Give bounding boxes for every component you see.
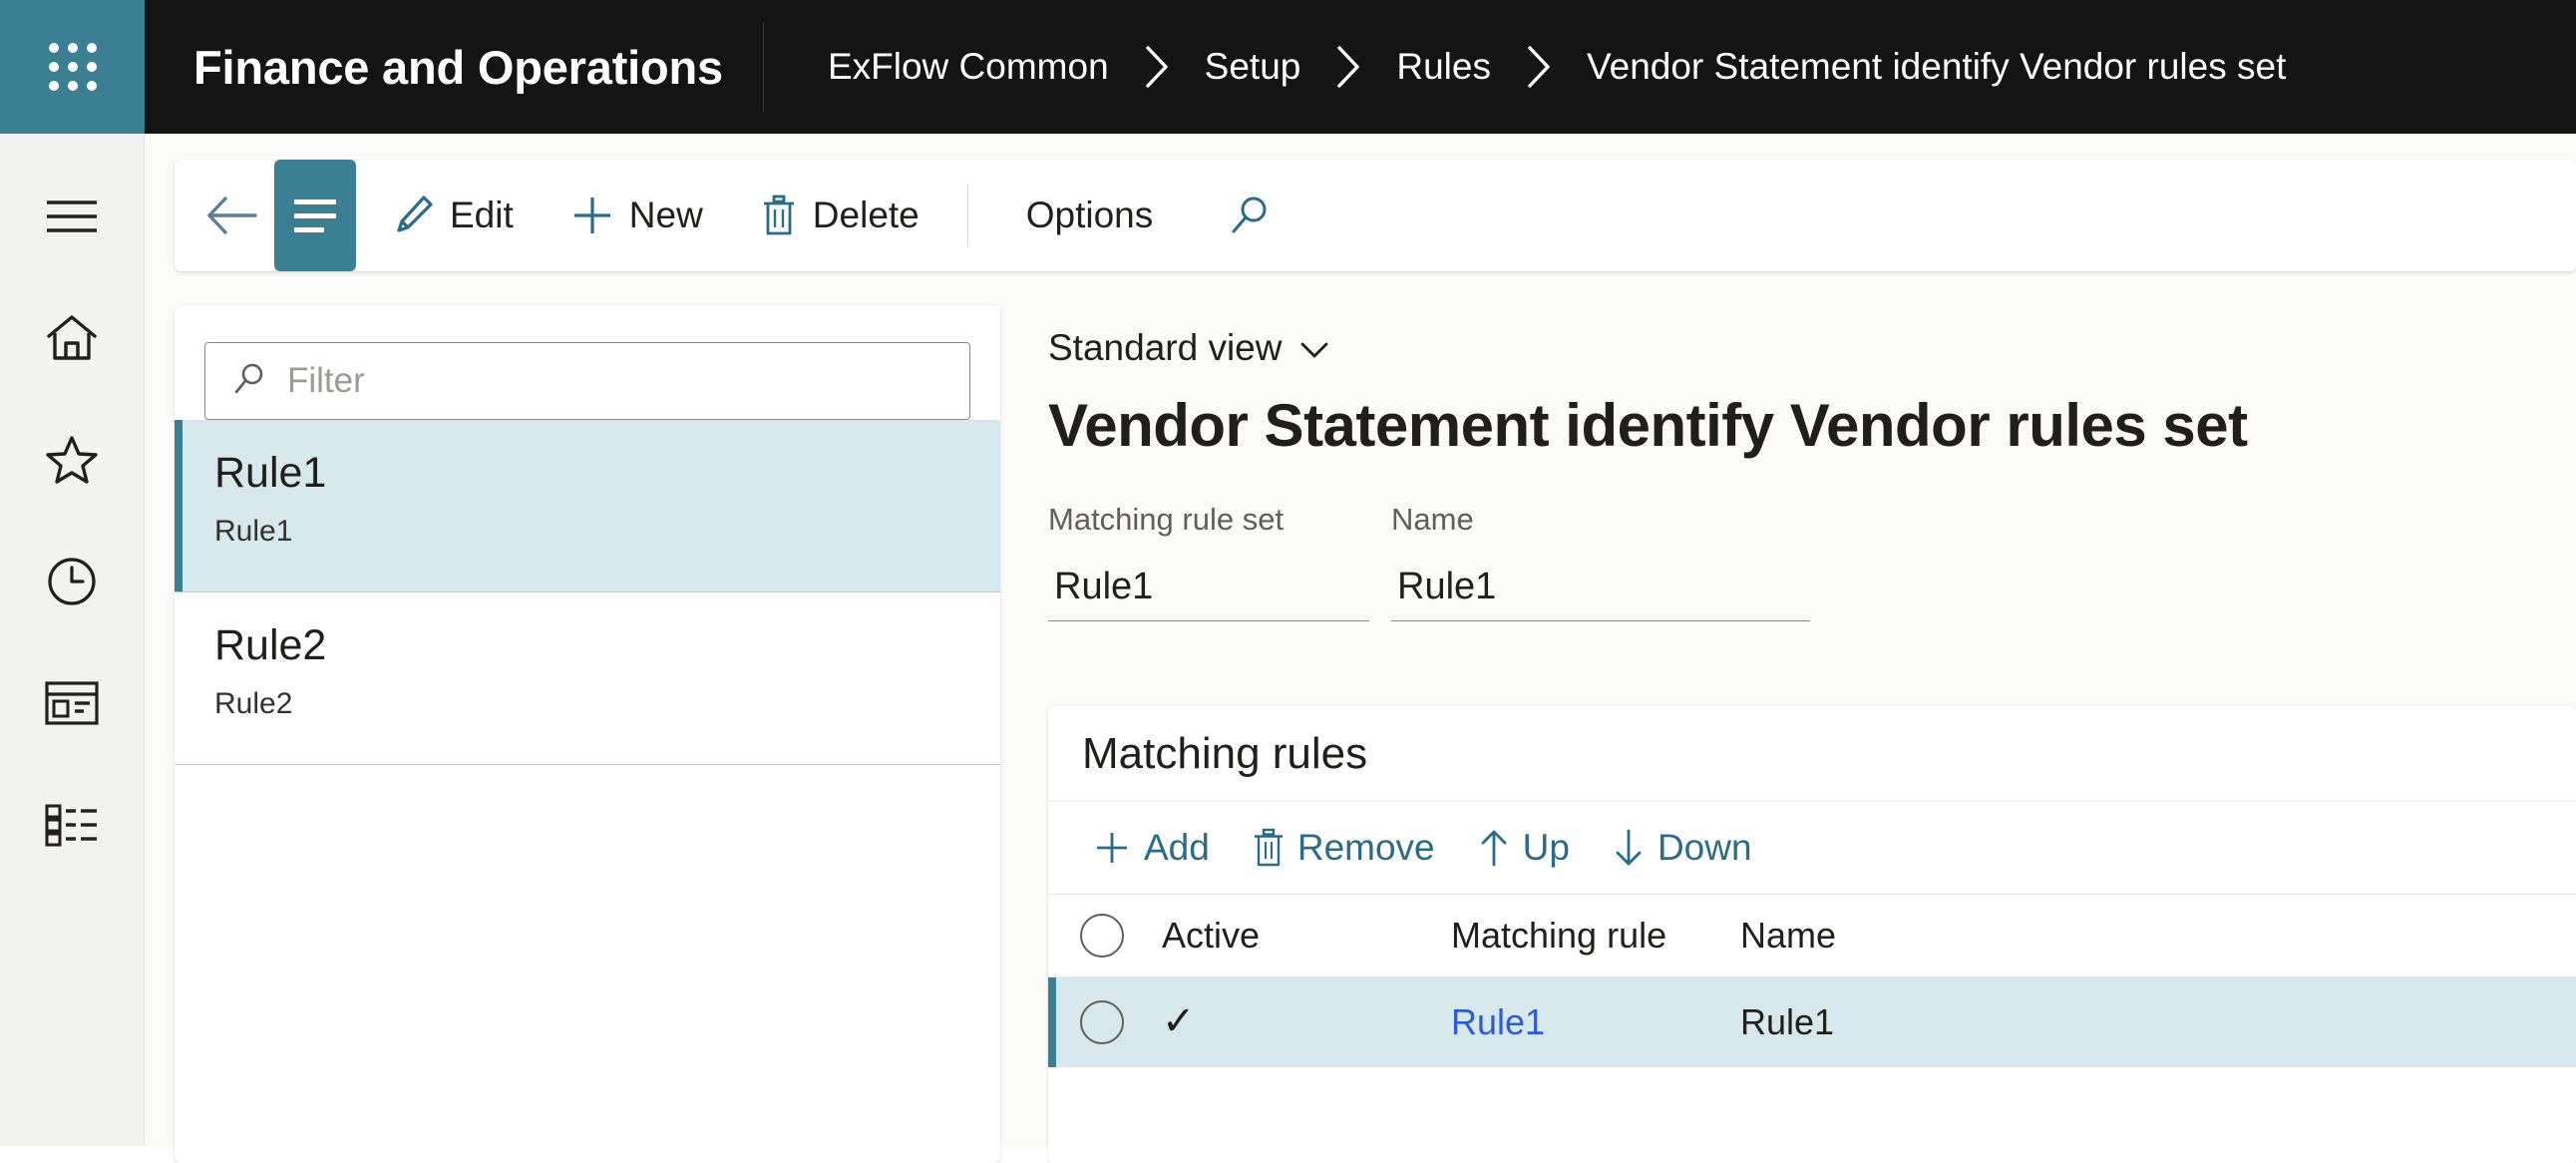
breadcrumb-item-setup[interactable]: Setup <box>1203 46 1303 88</box>
matching-rules-heading: Matching rules <box>1048 706 2576 802</box>
matching-rule-set-label: Matching rule set <box>1048 502 1285 537</box>
table-header-row: Active Matching rule Name <box>1048 894 2576 977</box>
remove-button-label: Remove <box>1296 827 1435 868</box>
list-item[interactable]: Rule2 Rule2 <box>175 592 1000 764</box>
command-bar-divider <box>966 185 968 246</box>
options-button[interactable]: Options <box>1006 179 1174 252</box>
name-field: Name Rule1 <box>1391 502 1810 621</box>
name-input[interactable]: Rule1 <box>1391 554 1810 621</box>
trash-icon <box>759 193 799 238</box>
table-row[interactable]: ✓ Rule1 Rule1 <box>1048 977 2576 1067</box>
matching-rules-toolbar: Add Remove Up Down <box>1048 802 2576 894</box>
list-item-title: Rule1 <box>214 449 327 497</box>
move-down-button-label: Down <box>1656 827 1752 868</box>
trash-icon <box>1252 827 1286 869</box>
arrow-down-icon <box>1612 827 1646 869</box>
arrow-up-icon <box>1477 827 1511 869</box>
left-navigation-rail <box>0 134 145 1146</box>
add-button-label: Add <box>1144 827 1210 868</box>
move-down-button[interactable]: Down <box>1596 813 1768 883</box>
favorites-star-icon[interactable] <box>0 423 145 497</box>
page-body: Edit New Delete Options Filter Rule1 Rul… <box>145 134 2576 1163</box>
options-button-label: Options <box>1025 194 1154 235</box>
delete-button-label: Delete <box>812 194 920 235</box>
waffle-app-launcher-button[interactable] <box>0 0 145 134</box>
cell-active: ✓ <box>1162 1001 1451 1043</box>
list-item-subtitle: Rule1 <box>214 514 293 548</box>
back-arrow-icon[interactable] <box>196 179 270 252</box>
checkmark-icon: ✓ <box>1162 999 1196 1043</box>
top-navigation-bar: Finance and Operations ExFlow Common Set… <box>0 0 2576 134</box>
row-select-radio[interactable] <box>1066 1000 1162 1044</box>
select-all-radio[interactable] <box>1066 914 1162 958</box>
cell-matching-rule: Rule1 <box>1451 1001 1740 1043</box>
list-item-title: Rule2 <box>214 621 327 669</box>
new-button-label: New <box>628 194 703 235</box>
modules-list-icon[interactable] <box>0 788 145 862</box>
cell-name: Rule1 <box>1740 1001 1835 1042</box>
name-label: Name <box>1391 502 1474 537</box>
app-title: Finance and Operations <box>193 40 723 94</box>
command-bar: Edit New Delete Options <box>175 160 2576 271</box>
column-header-matching-rule[interactable]: Matching rule <box>1451 915 1740 957</box>
plus-icon <box>569 193 615 238</box>
waffle-grid-icon <box>48 43 97 91</box>
remove-button[interactable]: Remove <box>1236 813 1451 883</box>
matching-rule-set-field: Matching rule set Rule1 <box>1048 502 1369 621</box>
edit-button-label: Edit <box>450 194 514 235</box>
matching-rules-card: Matching rules Add Remove Up Down Active… <box>1048 706 2576 1163</box>
list-divider <box>175 764 1000 765</box>
breadcrumb-item-current-page: Vendor Statement identify Vendor rules s… <box>1586 46 2287 87</box>
radio-circle-icon <box>1080 1000 1124 1044</box>
breadcrumb-item-rules[interactable]: Rules <box>1394 46 1493 88</box>
list-menu-icon[interactable] <box>274 160 356 271</box>
column-header-active[interactable]: Active <box>1162 915 1451 957</box>
search-icon[interactable] <box>1213 179 1287 252</box>
move-up-button[interactable]: Up <box>1461 813 1586 883</box>
edit-button[interactable]: Edit <box>372 179 534 252</box>
new-button[interactable]: New <box>550 179 723 252</box>
search-icon <box>231 361 267 402</box>
hamburger-menu-icon[interactable] <box>0 180 145 253</box>
breadcrumb: ExFlow Common Setup Rules Vendor Stateme… <box>764 0 2288 134</box>
matching-rule-link[interactable]: Rule1 <box>1451 1001 1545 1042</box>
add-button[interactable]: Add <box>1076 813 1226 883</box>
move-up-button-label: Up <box>1522 827 1570 868</box>
view-selector[interactable]: Standard view <box>1030 305 1329 369</box>
list-item-subtitle: Rule2 <box>214 686 293 720</box>
filter-input[interactable] <box>287 343 969 419</box>
pencil-icon <box>392 193 436 238</box>
filter-field[interactable] <box>204 342 970 420</box>
chevron-down-icon <box>1299 327 1329 369</box>
detail-pane: Standard view Vendor Statement identify … <box>1030 305 2576 1163</box>
radio-circle-icon <box>1080 914 1124 958</box>
rules-list-panel: Rule1 Rule1 Rule2 Rule2 <box>175 305 1000 1163</box>
recent-clock-icon[interactable] <box>0 545 145 618</box>
chevron-right-icon <box>1302 44 1394 90</box>
breadcrumb-item-exflow-common[interactable]: ExFlow Common <box>826 46 1111 88</box>
delete-button[interactable]: Delete <box>739 179 939 252</box>
view-selector-label: Standard view <box>1048 327 1283 368</box>
home-icon[interactable] <box>0 301 145 375</box>
matching-rule-set-input[interactable]: Rule1 <box>1048 554 1369 621</box>
page-title: Vendor Statement identify Vendor rules s… <box>1048 392 2248 459</box>
form-field-row: Matching rule set Rule1 Name Rule1 <box>1030 460 2576 621</box>
workspaces-icon[interactable] <box>0 666 145 740</box>
plus-icon <box>1092 828 1132 868</box>
chevron-right-icon <box>1111 44 1203 90</box>
column-header-name[interactable]: Name <box>1740 915 2159 957</box>
chevron-right-icon <box>1493 44 1585 90</box>
list-item[interactable]: Rule1 Rule1 <box>175 420 1000 591</box>
